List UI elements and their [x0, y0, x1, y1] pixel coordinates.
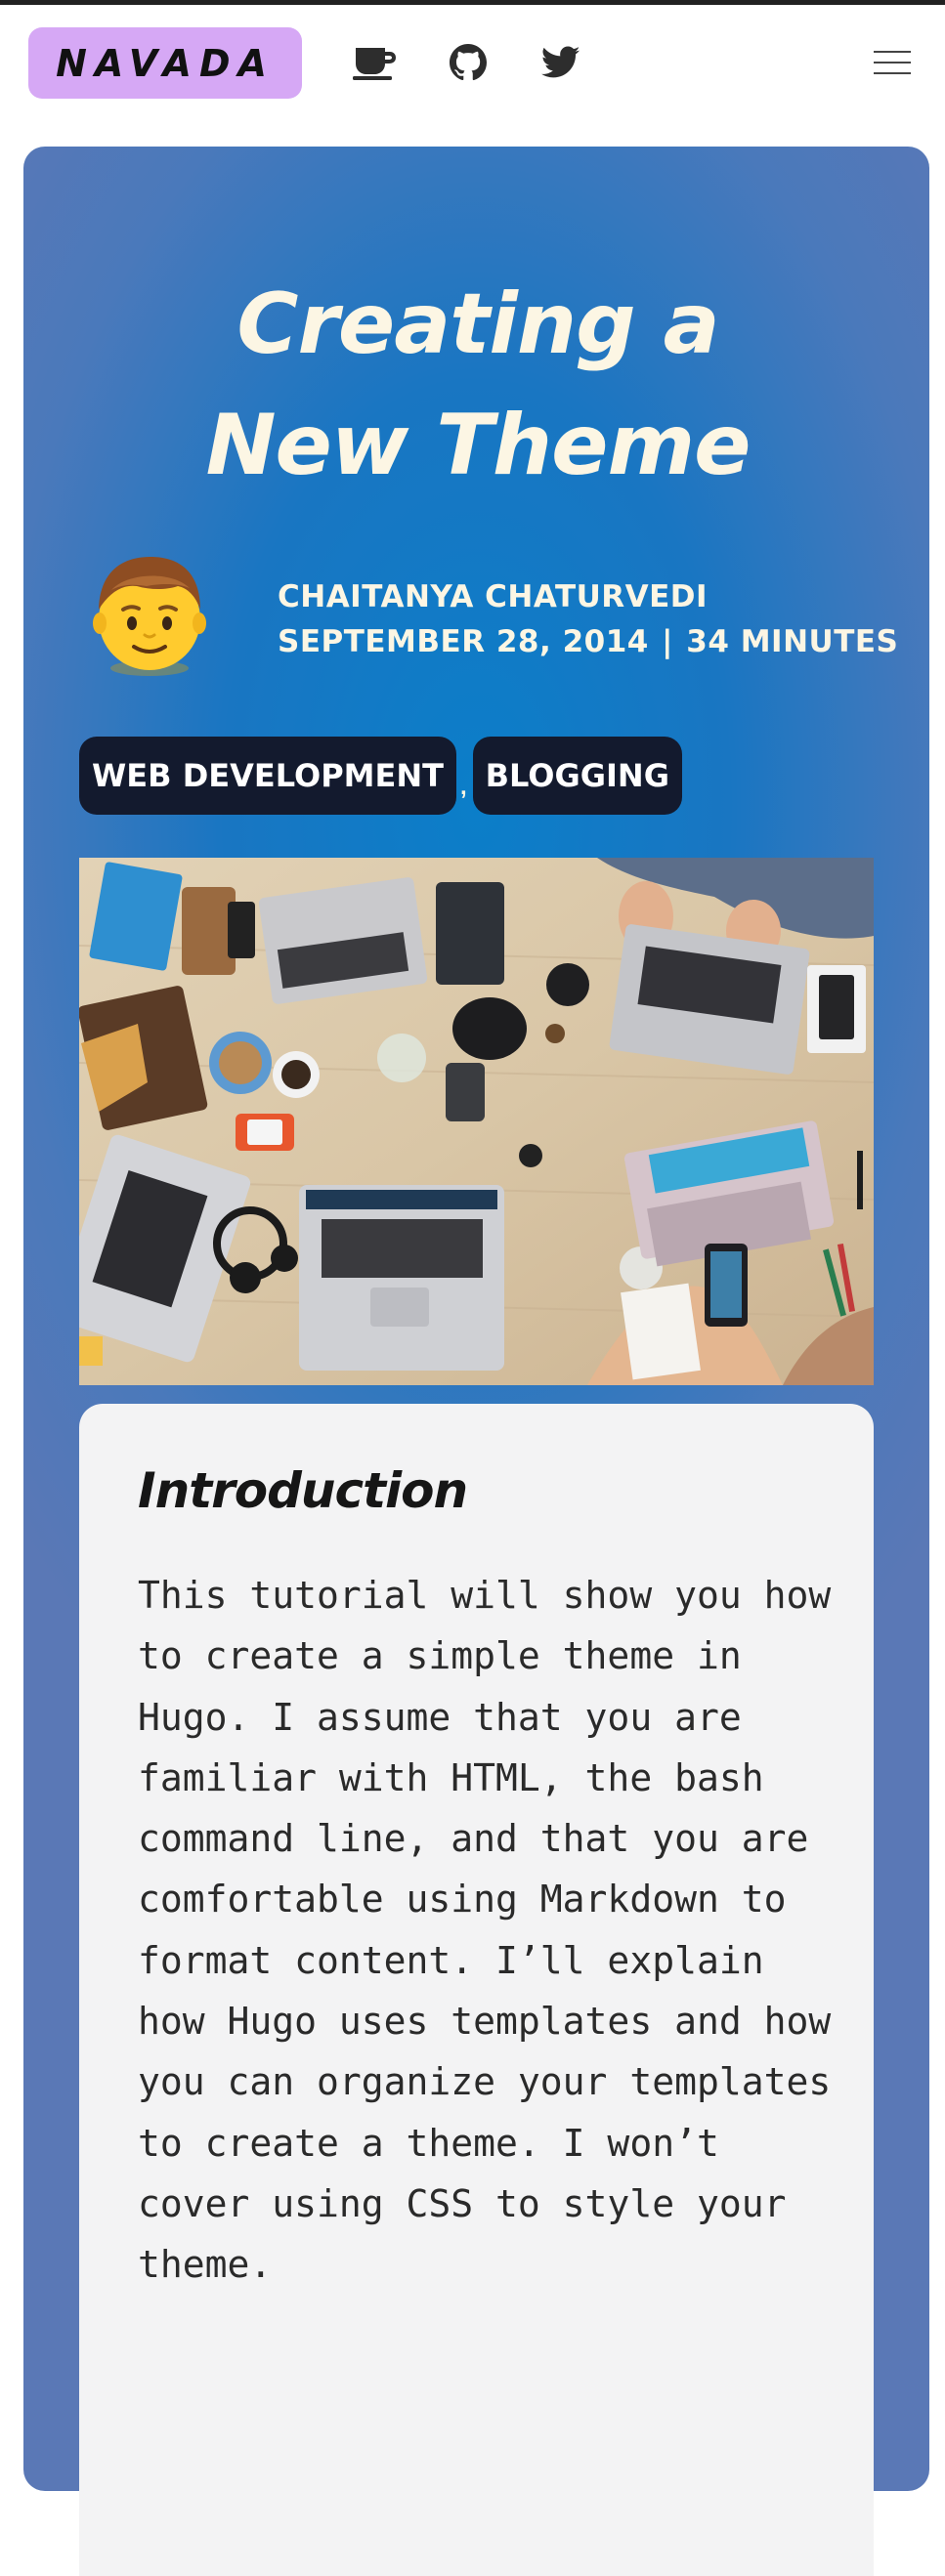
github-icon[interactable] — [445, 39, 492, 86]
post-date: SEPTEMBER 28, 2014 — [278, 624, 649, 659]
hero-image — [79, 858, 874, 1385]
coffee-icon[interactable] — [352, 39, 399, 86]
section-heading: Introduction — [138, 1462, 468, 1519]
author-name: CHAITANYA CHATURVEDI — [278, 579, 709, 614]
tag-separator: , — [459, 774, 467, 800]
site-header: NAVADA — [0, 5, 945, 132]
read-time: 34 MINUTES — [686, 624, 899, 659]
site-logo[interactable]: NAVADA — [28, 27, 302, 99]
intro-paragraph: This tutorial will show you how to creat… — [138, 1574, 832, 2287]
twitter-icon[interactable] — [537, 39, 584, 86]
hamburger-menu-icon[interactable] — [869, 39, 916, 86]
post-content: Introduction This tutorial will show you… — [79, 1404, 874, 2576]
post-tags: WEB DEVELOPMENT , BLOGGING — [79, 737, 682, 815]
meta-separator: | — [662, 624, 673, 659]
post-card: Creating a New Theme CHAITANYA CHATURVED… — [23, 147, 929, 2576]
tag-blogging[interactable]: BLOGGING — [472, 737, 682, 815]
post-title: Creating a New Theme — [205, 275, 752, 494]
post-date-line: SEPTEMBER 28, 2014 | 34 MINUTES — [278, 619, 898, 664]
post-meta: CHAITANYA CHATURVEDI SEPTEMBER 28, 2014 … — [278, 574, 898, 664]
tag-web-development[interactable]: WEB DEVELOPMENT — [79, 737, 456, 815]
author-avatar — [82, 545, 217, 680]
